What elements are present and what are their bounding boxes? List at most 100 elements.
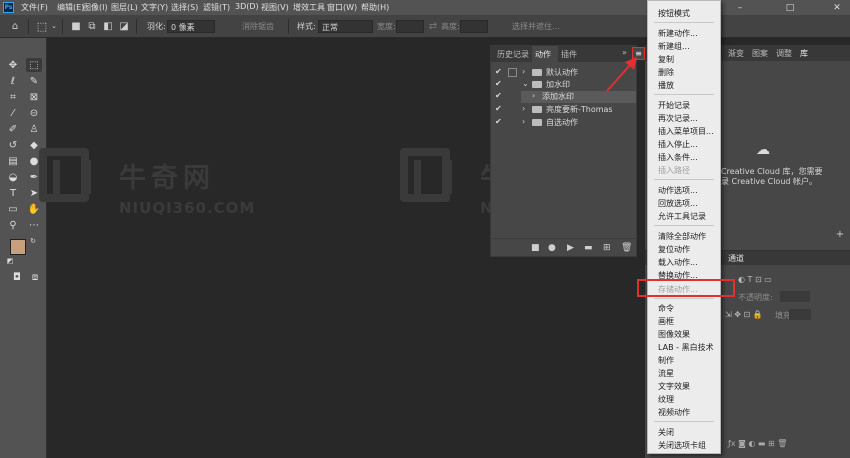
select-and-mask-button[interactable]: 选择并遮住... (512, 21, 560, 32)
tab-channels[interactable]: 通道 (728, 253, 744, 264)
add-selection-icon[interactable]: ⧉ (86, 20, 98, 33)
menu-item-new-set[interactable]: 新建组... (658, 41, 690, 52)
stamp-tool-icon[interactable]: ♙ (26, 122, 42, 136)
menu-item-video-actions[interactable]: 视频动作 (658, 407, 690, 418)
new-action-icon[interactable]: ⊞ (603, 243, 611, 253)
lock-icons[interactable]: ⇲ ✥ ⊡ 🔒 (725, 310, 763, 319)
brush-tool-icon[interactable]: ✐ (5, 122, 21, 136)
close-icon[interactable]: ✕ (830, 1, 844, 14)
menu-item-action-options[interactable]: 动作选项... (658, 185, 698, 196)
frame-tool-icon[interactable]: ⊠ (26, 90, 42, 104)
intersect-selection-icon[interactable]: ◪ (118, 20, 130, 33)
marquee-tool-icon[interactable]: ⬚ (26, 58, 42, 72)
swap-icon[interactable]: ⇄ (428, 20, 438, 33)
menu-item-button-mode[interactable]: 按钮模式 (658, 8, 690, 19)
menu-select[interactable]: 选择(S) (171, 2, 198, 13)
menu-item-image-effects[interactable]: 图像效果 (658, 329, 690, 340)
dialog-toggle-icon[interactable] (508, 68, 517, 77)
menu-item-close[interactable]: 关闭 (658, 427, 674, 438)
screen-mode-icon[interactable]: ⧈ (27, 270, 43, 284)
toggle-check-icon[interactable]: ✔ (495, 104, 502, 113)
menu-layer[interactable]: 图层(L) (111, 2, 138, 13)
quick-select-tool-icon[interactable]: ✎ (26, 74, 42, 88)
chevron-down-icon[interactable]: ⌄ (50, 20, 58, 33)
menu-item-production[interactable]: 制作 (658, 355, 674, 366)
chevron-right-icon[interactable]: › (522, 117, 525, 126)
fill-input[interactable] (789, 309, 811, 320)
toggle-check-icon[interactable]: ✔ (495, 67, 502, 76)
tab-adjustments[interactable]: 调整 (776, 48, 792, 59)
menu-item-load-actions[interactable]: 载入动作... (658, 257, 698, 268)
layer-filter-icons[interactable]: ◐ T ⊡ ▭ (738, 275, 772, 284)
menu-item-new-action[interactable]: 新建动作... (658, 28, 698, 39)
menu-item-close-tab-group[interactable]: 关闭选项卡组 (658, 440, 706, 451)
crop-tool-icon[interactable]: ⌗ (5, 90, 21, 104)
add-icon[interactable]: + (835, 230, 845, 240)
height-input[interactable] (460, 20, 488, 33)
delete-icon[interactable]: 🗑 (621, 243, 632, 253)
tab-patterns[interactable]: 图案 (752, 48, 768, 59)
toggle-check-icon[interactable]: ✔ (495, 79, 502, 88)
menu-item-delete[interactable]: 删除 (658, 67, 674, 78)
tab-history[interactable]: 历史记录 (497, 49, 529, 60)
minimize-icon[interactable]: – (733, 1, 747, 14)
style-select[interactable]: 正常 (318, 20, 373, 33)
home-icon[interactable]: ⌂ (8, 20, 22, 33)
marquee-preset-icon[interactable]: ⬚ (35, 20, 49, 33)
menu-file[interactable]: 文件(F) (21, 2, 48, 13)
history-brush-tool-icon[interactable]: ↺ (5, 138, 21, 152)
tab-actions[interactable]: 动作 (535, 49, 551, 60)
rectangle-tool-icon[interactable]: ▭ (5, 202, 21, 216)
action-set-row[interactable]: ✔ › 亮度要新-Thomas (491, 104, 636, 116)
eyedropper-tool-icon[interactable]: ⁄ (5, 106, 21, 120)
spot-heal-tool-icon[interactable]: ⊝ (26, 106, 42, 120)
opacity-input[interactable] (780, 291, 810, 302)
subtract-selection-icon[interactable]: ◧ (102, 20, 114, 33)
record-icon[interactable]: ● (548, 243, 556, 253)
tab-gradients[interactable]: 渐变 (728, 48, 744, 59)
menu-item-reset-actions[interactable]: 复位动作 (658, 244, 690, 255)
tab-libraries[interactable]: 库 (800, 48, 808, 59)
menu-item-text-effects[interactable]: 文字效果 (658, 381, 690, 392)
quick-mask-icon[interactable]: ◘ (9, 270, 25, 284)
chevron-right-icon[interactable]: › (522, 104, 525, 113)
play-icon[interactable]: ▶ (567, 243, 574, 253)
menu-item-insert-conditional[interactable]: 插入条件... (658, 152, 698, 163)
menu-item-insert-stop[interactable]: 插入停止... (658, 139, 698, 150)
menu-item-lab-bw[interactable]: LAB - 黑白技术 (658, 342, 714, 353)
feather-input[interactable]: 0 像素 (167, 20, 215, 33)
stop-icon[interactable]: ■ (531, 243, 540, 253)
antialias-checkbox[interactable]: 消除锯齿 (242, 21, 274, 32)
move-tool-icon[interactable]: ✥ (5, 58, 21, 72)
menu-image[interactable]: 图像(I) (83, 2, 108, 13)
menu-item-allow-tool-recording[interactable]: 允许工具记录 (658, 211, 706, 222)
layer-footer-icons[interactable]: ƒx ◙ ◐ ▬ ⊞ 🗑 (728, 439, 787, 448)
menu-3d[interactable]: 3D(D) (235, 2, 259, 11)
menu-item-clear-all-actions[interactable]: 清除全部动作 (658, 231, 706, 242)
menu-item-playback-options[interactable]: 回放选项... (658, 198, 698, 209)
menu-item-duplicate[interactable]: 复制 (658, 54, 674, 65)
chevron-right-icon[interactable]: › (532, 91, 535, 100)
width-input[interactable] (396, 20, 424, 33)
menu-item-stars-trails[interactable]: 流星 (658, 368, 674, 379)
menu-item-frames[interactable]: 画框 (658, 316, 674, 327)
menu-view[interactable]: 视图(V) (261, 2, 289, 13)
menu-edit[interactable]: 编辑(E) (57, 2, 84, 13)
gradient-tool-icon[interactable]: ▤ (5, 154, 21, 168)
menu-item-start-recording[interactable]: 开始记录 (658, 100, 690, 111)
menu-type[interactable]: 文字(Y) (141, 2, 168, 13)
menu-item-textures[interactable]: 纹理 (658, 394, 674, 405)
toggle-check-icon[interactable]: ✔ (495, 117, 502, 126)
menu-filter[interactable]: 滤镜(T) (203, 2, 230, 13)
new-set-icon[interactable]: ▬ (584, 243, 593, 253)
lasso-tool-icon[interactable]: ℓ (5, 74, 21, 88)
swap-colors-icon[interactable]: ↻ (28, 236, 38, 245)
dodge-tool-icon[interactable]: ◒ (5, 170, 21, 184)
menu-plugins[interactable]: 增效工具 (293, 2, 325, 13)
toggle-check-icon[interactable]: ✔ (495, 91, 502, 100)
type-tool-icon[interactable]: T (5, 186, 21, 200)
foreground-color-swatch[interactable] (10, 239, 26, 255)
menu-item-commands[interactable]: 命令 (658, 303, 674, 314)
new-selection-icon[interactable]: ■ (70, 20, 82, 33)
tab-plugins[interactable]: 插件 (561, 49, 577, 60)
